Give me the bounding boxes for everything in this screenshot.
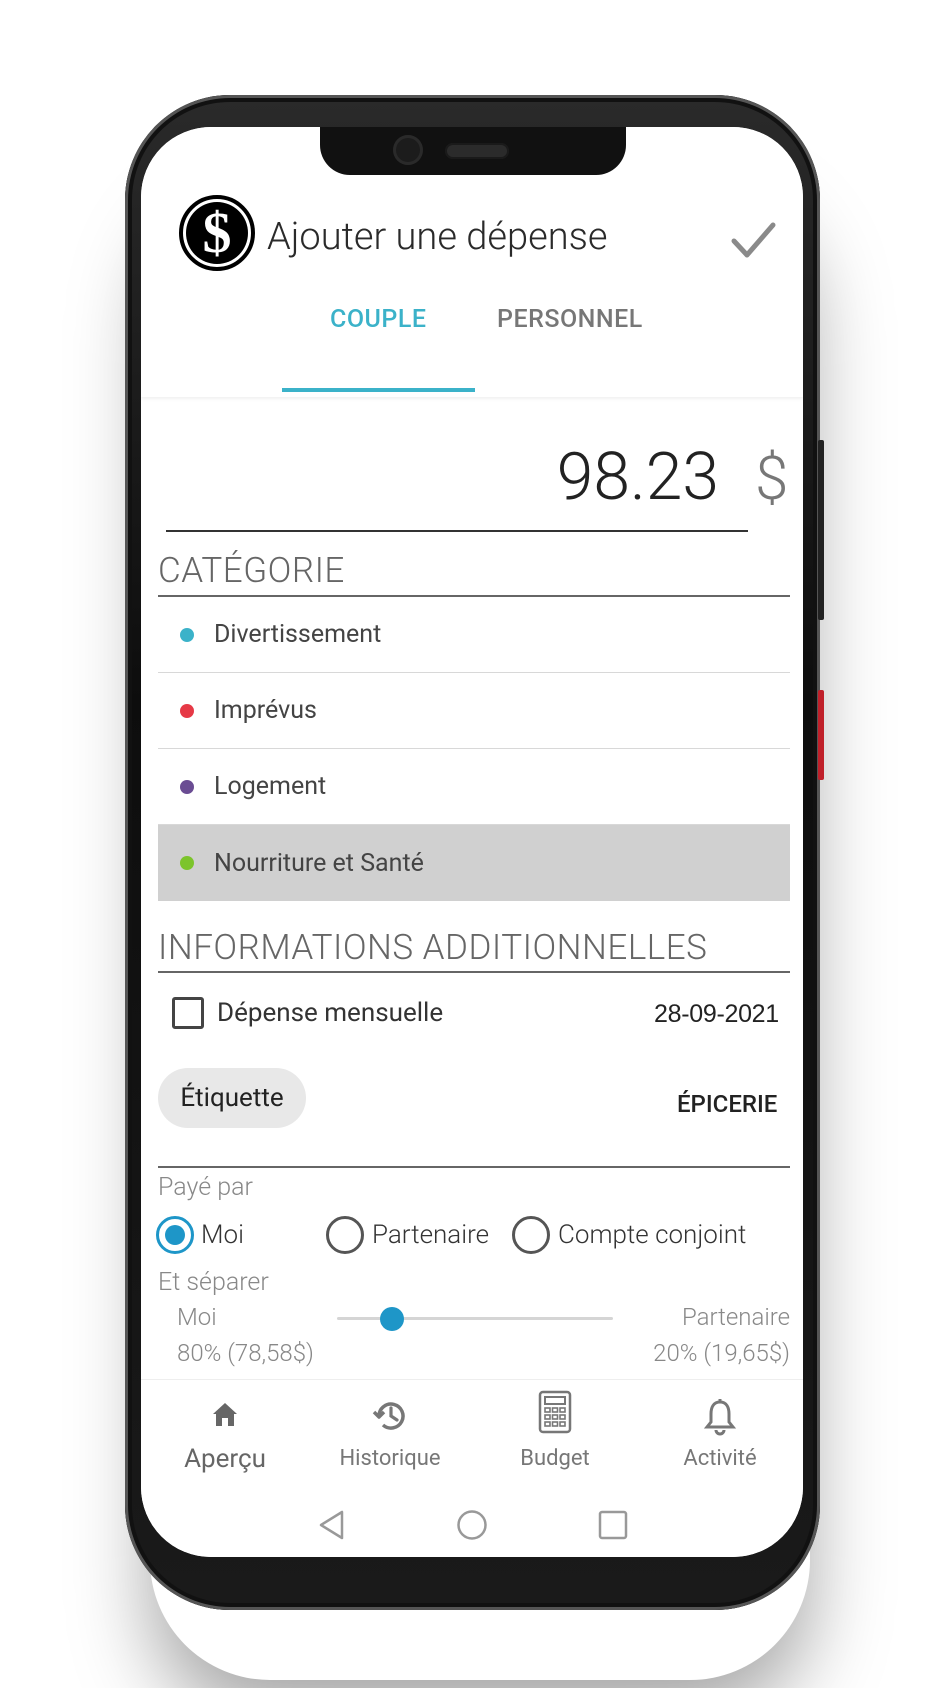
monthly-checkbox[interactable] [172, 997, 204, 1029]
amount-input[interactable]: 98.23 [557, 439, 719, 516]
category-item-nourriture-sante[interactable]: Nourriture et Santé [158, 825, 790, 901]
tab-personnel[interactable]: PERSONNEL [497, 305, 643, 334]
volume-button [818, 690, 824, 780]
split-right-name: Partenaire [681, 1303, 790, 1331]
back-icon[interactable] [316, 1509, 348, 1541]
tag-value-field[interactable]: ÉPICERIE [677, 1090, 777, 1118]
nav-apercu[interactable]: Aperçu [155, 1380, 295, 1490]
currency-symbol: $ [755, 443, 789, 514]
category-item-divertissement[interactable]: Divertissement [158, 597, 790, 673]
split-left-name: Moi [177, 1303, 217, 1331]
date-field[interactable]: 28-09-2021 [654, 1000, 779, 1029]
category-item-imprevus[interactable]: Imprévus [158, 673, 790, 749]
radio-partenaire-label: Partenaire [372, 1220, 490, 1250]
monthly-label: Dépense mensuelle [217, 998, 444, 1028]
bell-icon [703, 1399, 737, 1436]
category-title: CATÉGORIE [158, 550, 345, 591]
page-title: Ajouter une dépense [267, 215, 608, 259]
nav-apercu-label: Aperçu [184, 1444, 266, 1474]
additional-info-title: INFORMATIONS ADDITIONNELLES [158, 927, 708, 968]
category-color-dot [180, 856, 194, 870]
category-label: Nourriture et Santé [214, 848, 424, 878]
system-nav-bar [141, 1489, 803, 1557]
tag-chip[interactable]: Étiquette [158, 1068, 306, 1128]
power-button [818, 440, 824, 620]
category-label: Logement [214, 772, 327, 801]
check-icon[interactable] [729, 217, 777, 265]
category-color-dot [180, 627, 194, 642]
amount-underline [166, 530, 748, 532]
nav-budget-label: Budget [520, 1446, 590, 1471]
category-item-logement[interactable]: Logement [158, 749, 790, 825]
additional-info-divider [158, 971, 790, 973]
split-slider-thumb[interactable] [380, 1307, 405, 1331]
category-label: Imprévus [214, 696, 317, 725]
tab-couple[interactable]: COUPLE [330, 305, 426, 334]
recents-icon[interactable] [597, 1509, 629, 1541]
radio-moi[interactable] [156, 1216, 194, 1254]
active-tab-indicator [282, 388, 475, 392]
bottom-nav: Aperçu Historique Budget Activité [141, 1379, 803, 1489]
radio-moi-label: Moi [201, 1220, 244, 1250]
home-circle-icon[interactable] [456, 1509, 488, 1541]
dollar-logo-icon: $ [186, 202, 248, 264]
screen: $ Ajouter une dépense COUPLE PERSONNEL 9… [141, 127, 803, 1557]
history-icon [372, 1402, 405, 1430]
nav-budget[interactable]: Budget [485, 1380, 625, 1490]
split-right-value: 20% (19,65$) [653, 1339, 790, 1367]
calculator-icon [538, 1390, 572, 1434]
split-left-value: 80% (78,58$) [177, 1339, 314, 1367]
paid-by-label: Payé par [158, 1173, 253, 1202]
nav-historique-label: Historique [339, 1446, 441, 1471]
stage: $ Ajouter une dépense COUPLE PERSONNEL 9… [0, 0, 950, 1688]
category-color-dot [180, 703, 194, 718]
nav-historique[interactable]: Historique [320, 1380, 460, 1490]
category-color-dot [180, 779, 194, 794]
radio-compte-conjoint-label: Compte conjoint [558, 1220, 747, 1250]
split-slider-track[interactable] [337, 1317, 613, 1320]
radio-partenaire[interactable] [326, 1216, 364, 1254]
home-icon [213, 1403, 237, 1426]
camera-icon [393, 135, 423, 165]
notch [320, 127, 626, 175]
nav-activite[interactable]: Activité [650, 1380, 790, 1490]
speaker-grille [445, 143, 509, 159]
radio-compte-conjoint[interactable] [512, 1216, 550, 1254]
category-label: Divertissement [214, 620, 382, 649]
tag-underline [158, 1166, 790, 1168]
app-logo: $ [179, 195, 255, 271]
split-label: Et séparer [158, 1268, 269, 1297]
nav-activite-label: Activité [683, 1446, 757, 1471]
